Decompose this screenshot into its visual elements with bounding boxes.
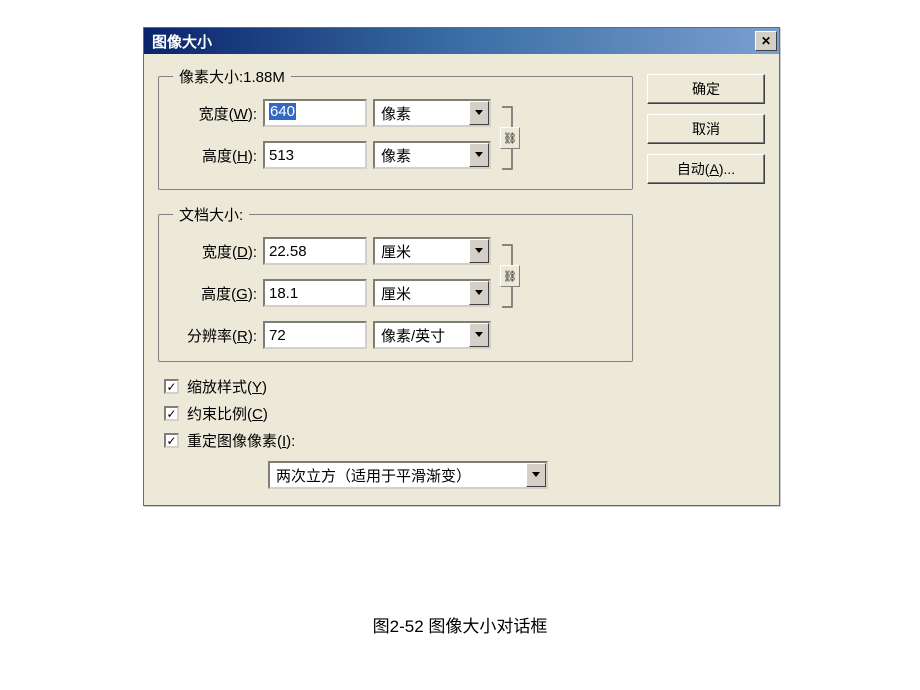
checkmark-icon: ✓ — [166, 408, 176, 420]
doc-link-indicator: ⛓ — [491, 237, 529, 315]
image-size-dialog: 图像大小 ✕ 像素大小:1.88M 宽度(W): 640 像素 — [143, 27, 780, 506]
chain-icon: ⛓ — [500, 265, 520, 287]
scale-styles-checkbox[interactable]: ✓ — [164, 379, 179, 394]
pixel-height-label: 高度(H): — [167, 145, 257, 166]
doc-height-label: 高度(G): — [167, 283, 257, 304]
doc-width-input[interactable] — [263, 237, 367, 265]
doc-width-unit-select[interactable]: 厘米 — [373, 237, 491, 265]
pixel-dimensions-group: 像素大小:1.88M 宽度(W): 640 像素 高度(H): — [158, 66, 633, 190]
pixel-width-input[interactable]: 640 — [263, 99, 367, 127]
ok-button[interactable]: 确定 — [647, 74, 765, 104]
pixel-height-unit-select[interactable]: 像素 — [373, 141, 491, 169]
checkmark-icon: ✓ — [166, 435, 176, 447]
doc-height-input[interactable] — [263, 279, 367, 307]
scale-styles-label: 缩放样式(Y) — [187, 376, 267, 397]
checkmark-icon: ✓ — [166, 381, 176, 393]
resample-method-row: 两次立方（适用于平滑渐变） — [268, 461, 633, 489]
constrain-checkbox[interactable]: ✓ — [164, 406, 179, 421]
chain-icon: ⛓ — [500, 127, 520, 149]
pixel-link-indicator: ⛓ — [491, 99, 529, 177]
scale-styles-checkbox-row[interactable]: ✓ 缩放样式(Y) — [164, 376, 633, 397]
doc-legend: 文档大小: — [173, 204, 249, 225]
cancel-button[interactable]: 取消 — [647, 114, 765, 144]
close-button[interactable]: ✕ — [755, 31, 777, 51]
doc-height-unit-select[interactable]: 厘米 — [373, 279, 491, 307]
left-column: 像素大小:1.88M 宽度(W): 640 像素 高度(H): — [158, 66, 633, 489]
pixel-width-row: 宽度(W): 640 像素 — [167, 99, 491, 127]
chevron-down-icon — [469, 281, 489, 305]
pixel-height-row: 高度(H): 像素 — [167, 141, 491, 169]
resample-method-select[interactable]: 两次立方（适用于平滑渐变） — [268, 461, 548, 489]
pixel-width-label: 宽度(W): — [167, 103, 257, 124]
auto-button[interactable]: 自动(A)... — [647, 154, 765, 184]
chevron-down-icon — [469, 143, 489, 167]
chevron-down-icon — [469, 239, 489, 263]
constrain-checkbox-row[interactable]: ✓ 约束比例(C) — [164, 403, 633, 424]
constrain-label: 约束比例(C) — [187, 403, 268, 424]
chevron-down-icon — [469, 323, 489, 347]
pixel-width-unit-select[interactable]: 像素 — [373, 99, 491, 127]
chevron-down-icon — [526, 463, 546, 487]
titlebar[interactable]: 图像大小 ✕ — [144, 28, 779, 54]
pixel-height-input[interactable] — [263, 141, 367, 169]
doc-height-row: 高度(G): 厘米 — [167, 279, 491, 307]
resolution-row: 分辨率(R): 像素/英寸 — [167, 321, 491, 349]
document-size-group: 文档大小: 宽度(D): 厘米 高度(G): — [158, 204, 633, 362]
doc-width-label: 宽度(D): — [167, 241, 257, 262]
dialog-body: 像素大小:1.88M 宽度(W): 640 像素 高度(H): — [144, 54, 779, 505]
resample-checkbox-row[interactable]: ✓ 重定图像像素(I): — [164, 430, 633, 451]
resample-checkbox[interactable]: ✓ — [164, 433, 179, 448]
resolution-unit-select[interactable]: 像素/英寸 — [373, 321, 491, 349]
resolution-input[interactable] — [263, 321, 367, 349]
pixel-legend: 像素大小:1.88M — [173, 66, 291, 87]
chevron-down-icon — [469, 101, 489, 125]
right-column: 确定 取消 自动(A)... — [647, 66, 765, 489]
resolution-label: 分辨率(R): — [167, 325, 257, 346]
close-icon: ✕ — [761, 34, 771, 48]
resample-label: 重定图像像素(I): — [187, 430, 295, 451]
figure-caption: 图2-52 图像大小对话框 — [0, 612, 920, 637]
doc-width-row: 宽度(D): 厘米 — [167, 237, 491, 265]
dialog-title: 图像大小 — [152, 31, 212, 52]
